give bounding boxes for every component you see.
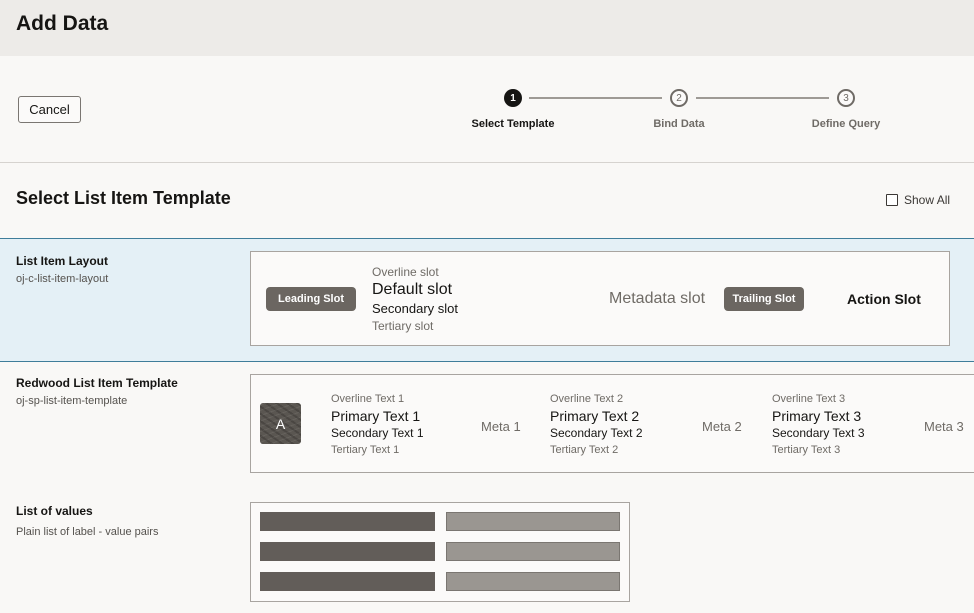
checkbox-icon[interactable] (886, 194, 898, 206)
show-all-checkbox[interactable]: Show All (886, 193, 950, 207)
template-preview: Leading Slot Overline slot Default slot … (250, 251, 950, 346)
secondary-text: Secondary Text 2 (550, 426, 643, 440)
template-row-list-of-values[interactable]: List of values Plain list of label - val… (0, 487, 974, 613)
overline-text: Overline Text 1 (331, 393, 405, 405)
train-step-2-circle[interactable]: 2 (670, 89, 688, 107)
template-row-list-item-layout[interactable]: List Item Layout oj-c-list-item-layout L… (0, 238, 974, 362)
train-connector (696, 97, 829, 99)
overline-text: Overline Text 2 (550, 393, 624, 405)
secondary-slot-text: Secondary slot (372, 301, 458, 316)
train-step-1-label[interactable]: Select Template (453, 118, 573, 130)
template-preview (250, 502, 630, 602)
default-slot-text: Default slot (372, 281, 453, 298)
template-subtitle: Plain list of label - value pairs (16, 526, 159, 538)
dialog-title: Add Data (16, 12, 109, 35)
primary-text: Primary Text 2 (550, 408, 640, 424)
dialog-header: Add Data (0, 0, 974, 56)
train-connector (529, 97, 662, 99)
template-title: List Item Layout (16, 254, 109, 268)
overline-slot-text: Overline slot (372, 265, 439, 279)
tertiary-text: Tertiary Text 3 (772, 444, 841, 456)
value-bar (446, 572, 620, 591)
tertiary-text: Tertiary Text 1 (331, 444, 400, 456)
secondary-text: Secondary Text 3 (772, 426, 865, 440)
tertiary-text: Tertiary Text 2 (550, 444, 619, 456)
section-title: Select List Item Template (16, 188, 231, 208)
show-all-label: Show All (904, 193, 951, 207)
template-title: List of values (16, 504, 93, 518)
label-bar (260, 512, 435, 531)
wizard-toolbar: Cancel 1 2 3 Select Template Bind Data D… (0, 56, 974, 163)
cancel-button[interactable]: Cancel (18, 96, 81, 123)
train-step-1-circle[interactable]: 1 (504, 89, 522, 107)
avatar: A (260, 403, 301, 444)
template-row-redwood-list-item[interactable]: Redwood List Item Template oj-sp-list-it… (0, 362, 974, 487)
train-step-3-circle[interactable]: 3 (837, 89, 855, 107)
overline-text: Overline Text 3 (772, 393, 846, 405)
label-bar (260, 542, 435, 561)
meta-text: Meta 3 (924, 419, 964, 434)
train-step-2-label[interactable]: Bind Data (619, 118, 739, 130)
tertiary-slot-text: Tertiary slot (372, 319, 434, 333)
template-subtitle: oj-sp-list-item-template (16, 395, 128, 407)
action-slot-text: Action Slot (847, 291, 921, 307)
secondary-text: Secondary Text 1 (331, 426, 424, 440)
train-step-3-label[interactable]: Define Query (786, 118, 906, 130)
primary-text: Primary Text 1 (331, 408, 421, 424)
metadata-slot-text: Metadata slot (609, 290, 706, 307)
template-title: Redwood List Item Template (16, 376, 178, 390)
value-bar (446, 512, 620, 531)
primary-text: Primary Text 3 (772, 408, 862, 424)
trailing-slot-pill: Trailing Slot (724, 287, 804, 311)
template-preview: A Overline Text 1 Primary Text 1 Seconda… (250, 374, 974, 473)
leading-slot-pill: Leading Slot (266, 287, 356, 311)
label-bar (260, 572, 435, 591)
meta-text: Meta 2 (702, 419, 742, 434)
meta-text: Meta 1 (481, 419, 521, 434)
value-bar (446, 542, 620, 561)
template-subtitle: oj-c-list-item-layout (16, 273, 109, 285)
